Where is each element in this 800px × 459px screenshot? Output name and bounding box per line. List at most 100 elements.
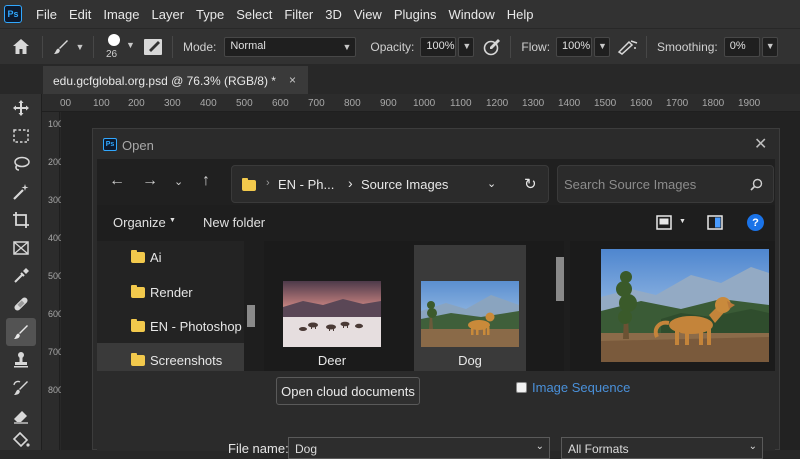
brush-size-picker[interactable]: 26 ▼ — [94, 29, 138, 65]
mode-select[interactable]: Normal ▼ — [224, 36, 357, 57]
menu-file[interactable]: File — [36, 7, 57, 22]
dialog-close-button[interactable]: ✕ — [754, 134, 767, 154]
recent-locations-chevron-icon[interactable]: ⌄ — [174, 175, 183, 188]
menu-3d[interactable]: 3D — [325, 7, 342, 22]
back-arrow-icon[interactable]: ← — [109, 172, 125, 190]
move-tool[interactable] — [6, 94, 36, 122]
opacity-dropdown[interactable]: ▼ — [458, 36, 475, 57]
menu-edit[interactable]: Edit — [69, 7, 91, 22]
breadcrumb-item[interactable]: EN - Ph... — [278, 177, 334, 192]
view-mode-icon[interactable] — [656, 215, 672, 230]
healing-brush-tool[interactable] — [6, 290, 36, 318]
magic-wand-icon — [13, 184, 29, 200]
nav-item-ai[interactable]: Ai — [131, 250, 162, 265]
menu-plugins[interactable]: Plugins — [394, 7, 437, 22]
navigation-pane: Ai Render EN - Photoshop Screenshots — [97, 241, 244, 371]
smoothing-dropdown[interactable]: ▼ — [761, 36, 778, 57]
ruler-label: 1700 — [666, 98, 689, 109]
brush-icon — [14, 325, 28, 339]
menu-view[interactable]: View — [354, 7, 382, 22]
lasso-icon — [14, 156, 30, 171]
clone-stamp-tool[interactable] — [6, 346, 36, 374]
breadcrumb-item[interactable]: Source Images — [361, 177, 448, 192]
ruler-label: 600 — [48, 309, 64, 319]
nav-item-render[interactable]: Render — [131, 285, 193, 300]
address-bar[interactable]: › EN - Ph... › Source Images ⌄ ↻ — [231, 165, 549, 203]
flow-dropdown[interactable]: ▼ — [594, 36, 611, 57]
pen-pressure-icon — [484, 38, 501, 55]
chevron-down-icon[interactable]: ⌄ — [487, 177, 496, 190]
organize-button[interactable]: Organize — [113, 215, 166, 230]
magic-wand-tool[interactable] — [6, 178, 36, 206]
ruler-label: 500 — [236, 98, 253, 109]
nav-pane-scrollbar-thumb[interactable] — [247, 305, 255, 327]
brush-icon — [53, 39, 68, 54]
ruler-label: 200 — [128, 98, 145, 109]
new-folder-button[interactable]: New folder — [203, 215, 265, 230]
nav-item-label: Ai — [150, 250, 162, 265]
folder-icon — [242, 178, 256, 191]
search-input[interactable]: Search Source Images — [564, 177, 696, 192]
preview-pane-icon[interactable] — [707, 215, 723, 230]
file-name-input[interactable]: Dog ⌄ — [288, 437, 550, 459]
brush-tool[interactable] — [6, 318, 36, 346]
menu-select[interactable]: Select — [236, 7, 272, 22]
file-format-select[interactable]: All Formats ⌄ — [561, 437, 763, 459]
file-name-label: Dog — [458, 353, 482, 368]
chevron-down-icon[interactable]: ▼ — [679, 218, 686, 225]
close-tab-icon[interactable]: × — [289, 73, 296, 87]
menu-type[interactable]: Type — [196, 7, 224, 22]
chevron-down-icon: ▼ — [75, 41, 85, 52]
lasso-tool[interactable] — [6, 150, 36, 178]
search-box[interactable]: Search Source Images — [557, 165, 774, 203]
menu-help[interactable]: Help — [507, 7, 534, 22]
divider — [172, 35, 173, 58]
eyedropper-tool[interactable] — [6, 262, 36, 290]
photoshop-logo-icon: Ps — [103, 138, 117, 151]
frame-tool[interactable] — [6, 234, 36, 262]
brush-settings-button[interactable] — [138, 38, 168, 56]
home-button[interactable] — [0, 38, 42, 55]
chevron-down-icon: ▼ — [462, 40, 472, 51]
file-item-dog[interactable]: Dog — [414, 245, 526, 371]
nav-item-en-photoshop[interactable]: EN - Photoshop — [131, 319, 242, 334]
chevron-down-icon: ▼ — [598, 40, 607, 51]
menu-image[interactable]: Image — [103, 7, 139, 22]
menu-filter[interactable]: Filter — [284, 7, 313, 22]
folder-icon — [131, 353, 145, 366]
airbrush-button[interactable] — [610, 39, 646, 55]
marquee-tool[interactable] — [6, 122, 36, 150]
nav-item-screenshots[interactable]: Screenshots — [131, 353, 222, 368]
ruler-label: 1000 — [413, 98, 436, 109]
open-cloud-documents-button[interactable]: Open cloud documents — [276, 377, 420, 405]
refresh-icon[interactable]: ↻ — [524, 175, 537, 193]
brush-tip-icon — [108, 33, 120, 46]
ruler-label: 500 — [48, 271, 64, 281]
eyedropper-icon — [14, 268, 29, 283]
breadcrumb-chevron-icon: › — [266, 177, 270, 189]
forward-arrow-icon[interactable]: → — [142, 172, 158, 190]
menu-window[interactable]: Window — [448, 7, 494, 22]
document-tab[interactable]: edu.gcfglobal.org.psd @ 76.3% (RGB/8) * … — [43, 66, 308, 94]
history-brush-tool[interactable] — [6, 374, 36, 402]
crop-icon — [13, 212, 29, 228]
up-arrow-icon[interactable]: ↑ — [202, 172, 210, 190]
file-item-deer[interactable]: Deer — [276, 245, 388, 371]
dog-thumbnail — [421, 281, 519, 347]
image-sequence-checkbox[interactable] — [516, 382, 527, 393]
menu-layer[interactable]: Layer — [152, 7, 185, 22]
opacity-input[interactable]: 100% — [420, 36, 457, 57]
crop-tool[interactable] — [6, 206, 36, 234]
image-sequence-label[interactable]: Image Sequence — [532, 380, 630, 395]
flow-input[interactable]: 100% — [556, 36, 593, 57]
file-list-scrollbar-thumb[interactable] — [556, 257, 564, 301]
chevron-down-icon: ⌄ — [748, 441, 757, 452]
document-tab-title: edu.gcfglobal.org.psd @ 76.3% (RGB/8) * — [53, 74, 276, 88]
ruler-label: 900 — [380, 98, 397, 109]
frame-icon — [13, 241, 29, 255]
file-name-label: Deer — [317, 353, 347, 368]
pressure-opacity-button[interactable] — [474, 38, 510, 56]
help-icon[interactable]: ? — [747, 214, 764, 231]
tool-preset-picker[interactable]: ▼ — [43, 38, 93, 56]
smoothing-input[interactable]: 0% — [723, 36, 760, 57]
